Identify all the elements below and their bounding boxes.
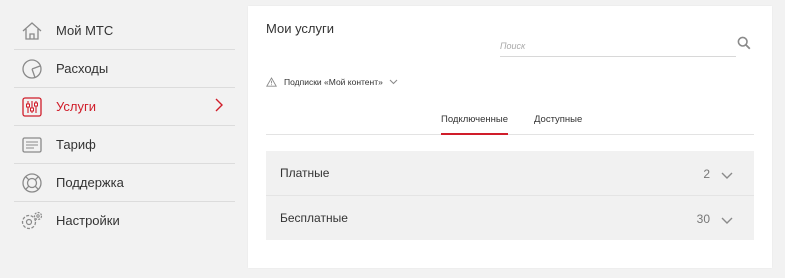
home-icon (20, 19, 44, 43)
sidebar-item-services[interactable]: Услуги (14, 88, 235, 126)
sidebar-item-label: Услуги (56, 99, 96, 114)
sidebar-item-settings[interactable]: Настройки (14, 202, 235, 239)
tariff-card-icon (20, 133, 44, 157)
tab-available[interactable]: Доступные (534, 114, 582, 133)
sidebar-item-label: Настройки (56, 213, 120, 228)
section-label: Платные (280, 166, 330, 180)
pie-chart-icon (20, 57, 44, 81)
chevron-right-icon (215, 98, 223, 117)
services-tabs: Подключенные Доступные (266, 108, 754, 135)
sidebar-item-support[interactable]: Поддержка (14, 164, 235, 202)
services-panel: Мои услуги Подписки «Мой контент» Подклю… (248, 6, 772, 268)
chevron-down-icon (721, 167, 733, 185)
subscriptions-label: Подписки «Мой контент» (284, 77, 383, 87)
section-count: 2 (703, 167, 710, 181)
sidebar: Мой МТС Расходы Услуги Тариф Поддержка Н… (14, 12, 235, 239)
sidebar-item-label: Мой МТС (56, 23, 114, 38)
gear-icon (20, 209, 44, 233)
chevron-down-icon (721, 212, 733, 230)
lifebuoy-icon (20, 171, 44, 195)
chevron-down-icon (389, 79, 398, 85)
search-input[interactable] (500, 37, 736, 55)
search-icon[interactable] (737, 36, 751, 55)
sidebar-item-tariff[interactable]: Тариф (14, 126, 235, 164)
my-content-subscriptions-dropdown[interactable]: Подписки «Мой контент» (266, 77, 398, 87)
page-title: Мои услуги (266, 21, 335, 36)
section-count: 30 (696, 212, 710, 226)
tab-connected[interactable]: Подключенные (441, 114, 509, 135)
sidebar-item-expenses[interactable]: Расходы (14, 50, 235, 88)
sidebar-item-label: Тариф (56, 137, 96, 152)
section-label: Бесплатные (280, 211, 348, 225)
sidebar-item-label: Расходы (56, 61, 109, 76)
sliders-icon (20, 95, 44, 119)
sidebar-item-my-mts[interactable]: Мой МТС (14, 12, 235, 50)
search-field (500, 36, 736, 57)
free-services-section[interactable]: Бесплатные 30 (266, 196, 754, 240)
warning-icon (266, 77, 277, 87)
sidebar-item-label: Поддержка (56, 175, 124, 190)
paid-services-section[interactable]: Платные 2 (266, 151, 754, 196)
